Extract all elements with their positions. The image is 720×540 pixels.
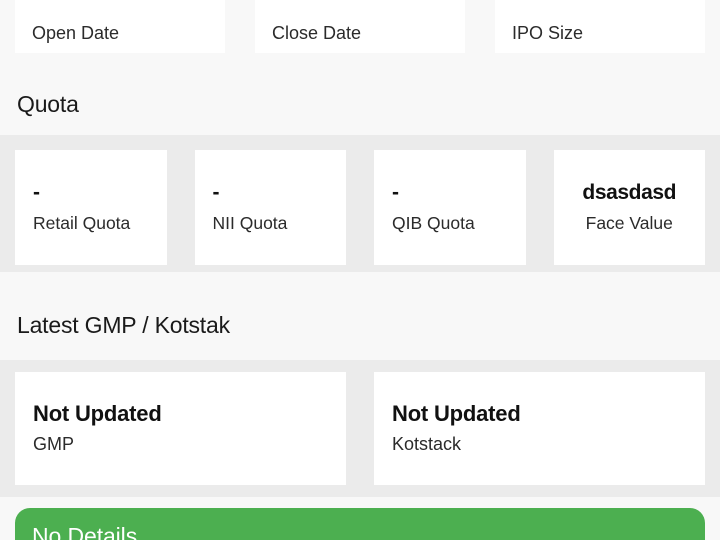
ipo-size-label: IPO Size [512,23,584,44]
retail-quota-value: - [33,181,40,205]
gmp-card-row: Not Updated GMP Not Updated Kotstack [0,372,720,485]
no-details-button[interactable]: No Details [15,508,705,540]
face-value-card[interactable]: dsasdasd Face Value [553,150,705,265]
face-value-value: dsasdasd [582,181,677,205]
ipo-size-card[interactable]: IPO Size [495,0,705,53]
ipo-dates-card-row: Open Date Close Date IPO Size [0,0,720,53]
qib-quota-value: - [392,181,399,205]
ipo-detail-screen: Open Date Close Date IPO Size Quota - Re… [0,0,720,540]
open-date-card[interactable]: Open Date [15,0,225,53]
quota-section-heading: Quota [17,91,79,117]
gmp-section-heading: Latest GMP / Kotstak [17,312,230,338]
quota-card-row: - Retail Quota - NII Quota - QIB Quota d… [0,150,720,265]
kotstack-label: Kotstack [392,434,462,455]
nii-quota-label: NII Quota [212,212,288,233]
nii-quota-card[interactable]: - NII Quota [194,150,346,265]
retail-quota-card[interactable]: - Retail Quota [15,150,167,265]
face-value-label: Face Value [585,212,673,233]
kotstack-card[interactable]: Not Updated Kotstack [374,372,705,485]
qib-quota-card[interactable]: - QIB Quota [374,150,526,265]
gmp-label: GMP [33,434,75,455]
nii-quota-value: - [212,181,220,205]
close-date-label: Close Date [272,23,362,44]
open-date-label: Open Date [32,23,120,44]
gmp-value: Not Updated [33,401,162,427]
close-date-card[interactable]: Close Date [255,0,465,53]
gmp-card[interactable]: Not Updated GMP [15,372,346,485]
kotstack-value: Not Updated [392,401,521,427]
retail-quota-label: Retail Quota [33,212,131,233]
qib-quota-label: QIB Quota [392,212,475,233]
